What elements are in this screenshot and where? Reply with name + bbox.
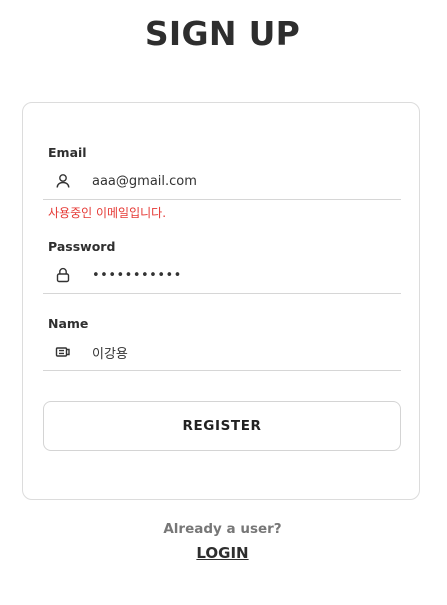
password-field-row bbox=[43, 258, 401, 294]
lock-icon bbox=[54, 266, 72, 284]
badge-icon bbox=[54, 343, 72, 361]
register-button[interactable]: REGISTER bbox=[43, 401, 401, 451]
name-input[interactable] bbox=[92, 342, 382, 362]
already-user-text: Already a user? bbox=[163, 521, 282, 537]
person-icon bbox=[54, 172, 72, 190]
login-link[interactable]: LOGIN bbox=[196, 544, 248, 562]
email-field-row bbox=[43, 164, 401, 200]
email-error-message: 사용중인 이메일입니다. bbox=[48, 206, 167, 220]
name-field-row bbox=[43, 335, 401, 371]
email-input[interactable] bbox=[92, 171, 382, 191]
signup-card: Email 사용중인 이메일입니다. Password Name bbox=[22, 102, 420, 500]
password-label: Password bbox=[48, 239, 116, 254]
login-link-container: LOGIN bbox=[0, 544, 445, 562]
page-title: SIGN UP bbox=[144, 14, 301, 53]
name-label: Name bbox=[48, 316, 89, 331]
password-input[interactable] bbox=[92, 265, 382, 285]
email-label: Email bbox=[48, 145, 87, 160]
